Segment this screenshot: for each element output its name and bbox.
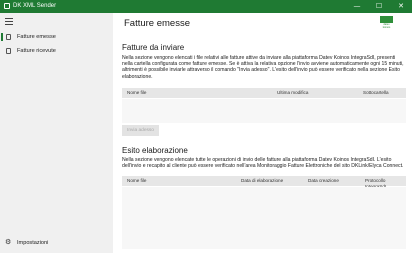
maximize-button[interactable]: ☐: [368, 0, 390, 13]
result-table-header: Nome file Data di elaborazione Data crea…: [122, 176, 406, 189]
close-button[interactable]: ✕: [390, 0, 412, 13]
app-icon: [4, 3, 10, 9]
column-header-nome-file[interactable]: Nome file: [127, 178, 146, 184]
send-table-body[interactable]: [122, 99, 406, 123]
sidebar-item-settings[interactable]: ⚙ Impostazioni: [0, 237, 113, 249]
send-now-button[interactable]: Invia adesso: [122, 125, 159, 136]
result-section-title: Esito elaborazione: [122, 146, 188, 155]
invoice-in-icon: [6, 48, 11, 54]
invoice-out-icon: [6, 34, 11, 40]
selected-indicator: [1, 33, 3, 41]
column-header-ultima-modifica[interactable]: Ultima modifica: [277, 90, 308, 96]
logo-text: datev koinos: [382, 23, 391, 29]
sidebar-item-fatture-emesse[interactable]: Fatture emesse: [0, 31, 113, 43]
datev-logo: datev koinos: [380, 16, 393, 29]
column-header-sottocartella[interactable]: Sottocartella: [363, 90, 389, 96]
window-title: DK XML Sender: [13, 3, 57, 9]
gear-icon: ⚙: [5, 238, 12, 246]
sidebar-item-label: Fatture ricevute: [17, 48, 56, 54]
send-section-title: Fatture da inviare: [122, 43, 185, 52]
sidebar-item-fatture-ricevute[interactable]: Fatture ricevute: [0, 45, 113, 57]
result-section-description: Nella sezione vengono elencate tutte le …: [122, 157, 404, 170]
sidebar-item-label: Fatture emesse: [17, 34, 56, 40]
logo-mark: [380, 16, 393, 23]
page-title: Fatture emesse: [124, 18, 190, 29]
hamburger-menu-icon[interactable]: [5, 17, 14, 25]
minimize-button[interactable]: —: [346, 0, 368, 13]
send-section-description: Nella sezione vengono elencati i file re…: [122, 55, 404, 80]
main-content: Fatture emesse datev koinos Fatture da i…: [113, 13, 412, 253]
column-header-data-creazione[interactable]: Data creazione: [308, 178, 339, 184]
column-header-data-elaborazione[interactable]: Data di elaborazione: [241, 178, 283, 184]
sidebar: Fatture emesse Fatture ricevute ⚙ Impost…: [0, 13, 113, 253]
sidebar-item-label: Impostazioni: [17, 240, 49, 246]
title-bar: DK XML Sender — ☐ ✕: [0, 0, 412, 13]
column-header-nome-file[interactable]: Nome file: [127, 90, 146, 96]
send-table-header: Nome file Ultima modifica Sottocartella: [122, 88, 406, 98]
result-table-body[interactable]: [122, 187, 406, 249]
